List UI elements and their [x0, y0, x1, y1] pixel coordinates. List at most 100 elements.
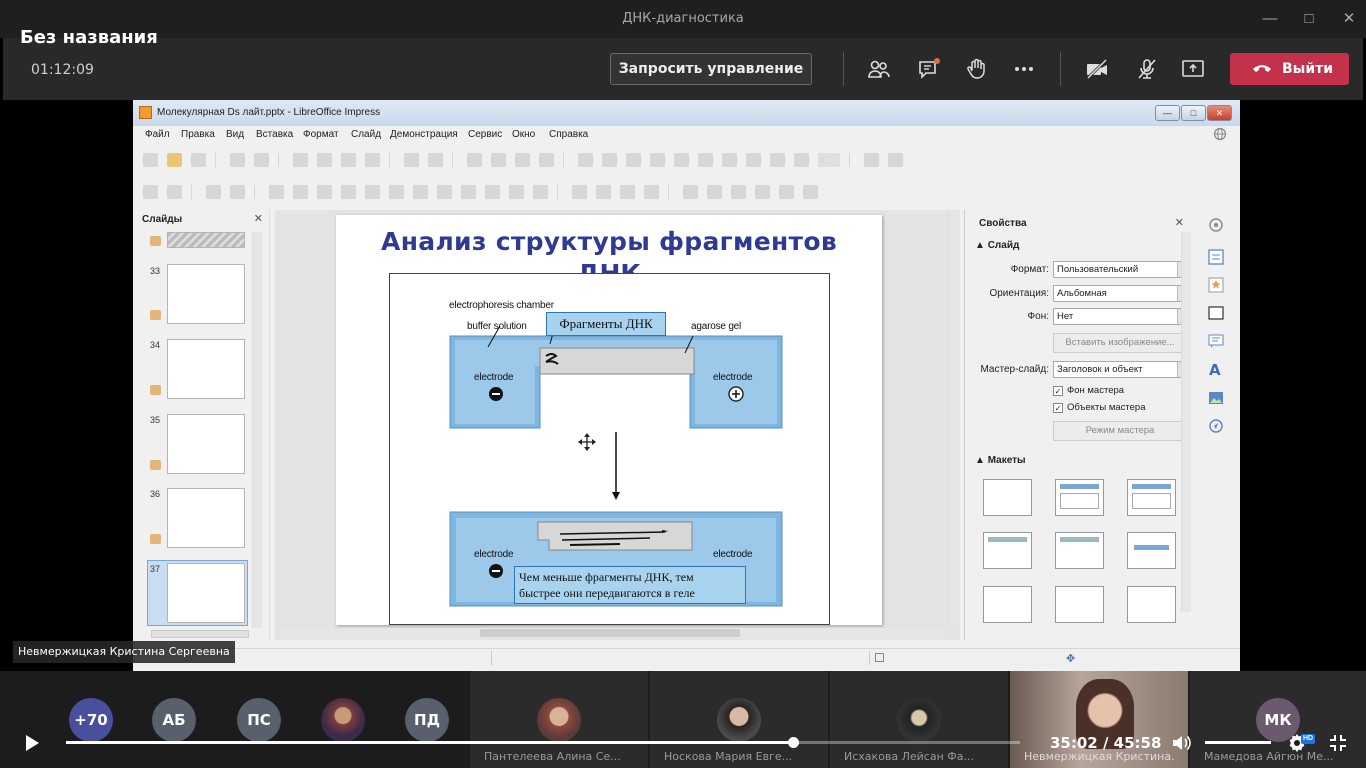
save-icon[interactable]: [191, 153, 206, 167]
rectangle-icon[interactable]: [269, 185, 284, 199]
styles-deck-icon[interactable]: A: [1207, 360, 1225, 378]
participant-avatar[interactable]: ПД: [405, 698, 449, 742]
canvas-hscrollbar[interactable]: [280, 628, 945, 638]
crop-icon[interactable]: [707, 185, 722, 199]
callouts-icon[interactable]: [485, 185, 500, 199]
people-icon[interactable]: [867, 57, 891, 81]
properties-deck-icon[interactable]: [1207, 248, 1225, 266]
current-slide[interactable]: Анализ структуры фрагментов ДНК: [336, 215, 882, 625]
maximize-icon[interactable]: □: [1298, 8, 1320, 30]
layout-six-content[interactable]: [1127, 586, 1176, 623]
rotate-icon[interactable]: [572, 185, 587, 199]
participant-tile[interactable]: МК Мамедова Айгюн Ме...: [1190, 671, 1366, 768]
block-arrows-icon[interactable]: [437, 185, 452, 199]
slide-thumbnail-current[interactable]: [167, 563, 245, 623]
arrange-icon[interactable]: [620, 185, 635, 199]
slide-thumbnail[interactable]: [167, 232, 245, 248]
request-control-button[interactable]: Запросить управление: [610, 53, 812, 85]
slides-hscrollbar[interactable]: [151, 630, 249, 638]
chart-icon[interactable]: [698, 153, 713, 167]
layout-two-content[interactable]: [983, 532, 1032, 569]
undo-icon[interactable]: [404, 153, 419, 167]
align-icon[interactable]: [596, 185, 611, 199]
master-slide-select[interactable]: Заголовок и объект: [1053, 361, 1187, 378]
spelling-icon[interactable]: [491, 153, 506, 167]
share-icon[interactable]: [1181, 57, 1205, 81]
export-pdf-icon[interactable]: [230, 153, 245, 167]
toggle-extrusion-icon[interactable]: [803, 185, 818, 199]
3d-objects-icon[interactable]: [533, 185, 548, 199]
participant-avatar-photo[interactable]: [321, 698, 365, 742]
filter-icon[interactable]: [731, 185, 746, 199]
layout-blank[interactable]: [983, 479, 1032, 516]
canvas-hscroll-thumb[interactable]: [480, 629, 740, 637]
camera-off-icon[interactable]: [1085, 57, 1109, 81]
leave-button[interactable]: Выйти: [1230, 53, 1349, 85]
participant-tile[interactable]: Исхакова Лейсан Фа...: [830, 671, 1008, 768]
clone-icon[interactable]: [365, 153, 380, 167]
participant-tile[interactable]: Носкова Мария Евге...: [650, 671, 828, 768]
menu-item-tools[interactable]: Сервис: [468, 129, 502, 140]
menu-item-edit[interactable]: Правка: [181, 129, 215, 140]
orientation-select[interactable]: Альбомная: [1053, 285, 1187, 302]
minimize-icon[interactable]: —: [1259, 8, 1281, 30]
section-slide-title[interactable]: ▲ Слайд: [975, 240, 1019, 251]
volume-slider[interactable]: [1205, 741, 1271, 744]
lo-restore-icon[interactable]: □: [1181, 105, 1206, 121]
properties-close-icon[interactable]: ✕: [1175, 216, 1184, 229]
distribute-icon[interactable]: [644, 185, 659, 199]
master-objects-checkbox[interactable]: ✓ Объекты мастера: [1053, 402, 1145, 413]
copy-icon[interactable]: [317, 153, 332, 167]
redo-icon[interactable]: [428, 153, 443, 167]
menu-item-format[interactable]: Формат: [303, 129, 339, 140]
layout-title-subtitle[interactable]: [1127, 532, 1176, 569]
start-show-icon[interactable]: [888, 153, 903, 167]
line-color-icon[interactable]: [206, 185, 221, 199]
menu-item-show[interactable]: Демонстрация: [390, 129, 458, 140]
background-select[interactable]: Нет: [1053, 308, 1187, 325]
ellipse-icon[interactable]: [293, 185, 308, 199]
navigator-deck-icon[interactable]: [1207, 417, 1225, 435]
layout-title-only[interactable]: [1127, 479, 1176, 516]
curve-icon[interactable]: [341, 185, 356, 199]
lo-minimize-icon[interactable]: —: [1155, 105, 1180, 121]
fontwork-icon[interactable]: [770, 153, 785, 167]
callout-note[interactable]: Чем меньше фрагменты ДНК, тем быстрее он…: [514, 566, 746, 604]
canvas-vscrollbar[interactable]: [948, 210, 958, 625]
master-background-checkbox[interactable]: ✓ Фон мастера: [1053, 385, 1124, 396]
master-slides-deck-icon[interactable]: [1207, 304, 1225, 322]
fit-slide-icon[interactable]: ✥: [1066, 652, 1075, 665]
gallery-deck-icon[interactable]: [1207, 389, 1225, 407]
master-slide-icon[interactable]: [602, 153, 617, 167]
stars-icon[interactable]: [509, 185, 524, 199]
glue-icon[interactable]: [779, 185, 794, 199]
close-icon[interactable]: ✕: [1338, 8, 1360, 30]
textbox-icon[interactable]: [722, 153, 737, 167]
settings-deck-icon[interactable]: [1207, 216, 1225, 234]
play-icon[interactable]: [24, 734, 40, 752]
slide-layouts-deck-icon[interactable]: [1207, 332, 1225, 350]
layout-title-content[interactable]: [1055, 479, 1104, 516]
slides-scrollbar[interactable]: [252, 232, 262, 628]
menu-item-help[interactable]: Справка: [549, 129, 588, 140]
find-icon[interactable]: [467, 153, 482, 167]
participant-tile[interactable]: Пантелеева Алина Се...: [470, 671, 648, 768]
master-mode-button[interactable]: Режим мастера: [1053, 421, 1187, 441]
grid-icon[interactable]: [515, 153, 530, 167]
cut-icon[interactable]: [293, 153, 308, 167]
media-icon[interactable]: [674, 153, 689, 167]
table-icon[interactable]: [626, 153, 641, 167]
menu-item-slide[interactable]: Слайд: [351, 129, 381, 140]
participant-avatar[interactable]: ПС: [237, 698, 281, 742]
open-icon[interactable]: [167, 153, 182, 167]
slide-show-icon[interactable]: [818, 153, 840, 167]
raise-hand-icon[interactable]: [965, 57, 989, 81]
hyperlink-icon[interactable]: [794, 153, 809, 167]
slide-thumbnail[interactable]: [167, 264, 245, 324]
insert-image-button[interactable]: Вставить изображение...: [1053, 333, 1187, 353]
section-layouts-title[interactable]: ▲ Макеты: [975, 455, 1026, 466]
line-icon[interactable]: [317, 185, 332, 199]
zoom-icon[interactable]: [167, 185, 182, 199]
sidebar-icon[interactable]: [864, 153, 879, 167]
transition-deck-icon[interactable]: [1207, 276, 1225, 294]
